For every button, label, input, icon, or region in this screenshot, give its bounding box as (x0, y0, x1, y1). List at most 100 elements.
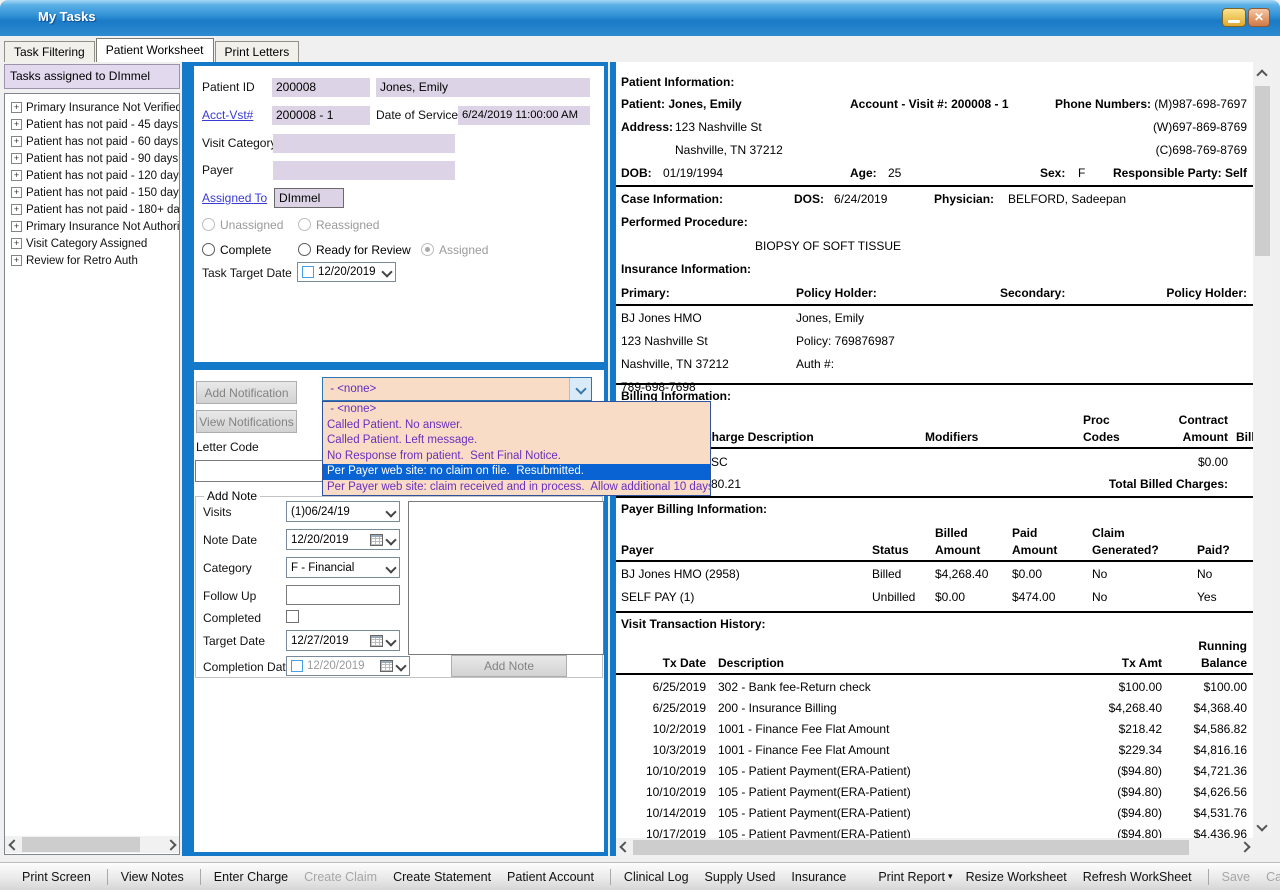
toolbar-item[interactable]: Print Report▾ (878, 870, 952, 884)
case-info-title: Case Information: (621, 189, 723, 209)
worksheet-vertical-scrollbar[interactable] (1253, 62, 1272, 838)
tab[interactable]: Patient Worksheet (96, 38, 214, 62)
tree-item[interactable]: Review for Retro Auth (5, 252, 179, 269)
dropdown-option[interactable]: - <none> (323, 402, 710, 418)
toolbar-item[interactable]: Cancel (1266, 870, 1280, 884)
scroll-right-icon[interactable] (162, 836, 179, 853)
scroll-thumb[interactable] (633, 840, 1189, 855)
tree-item[interactable]: Patient has not paid - 120 days (5, 167, 179, 184)
scroll-right-icon[interactable] (1236, 839, 1253, 856)
toolbar-item[interactable]: Save (1222, 870, 1254, 884)
expand-icon[interactable] (11, 102, 22, 113)
add-note-button[interactable]: Add Note (451, 655, 567, 677)
chevron-down-icon (385, 534, 396, 545)
add-notification-button[interactable]: Add Notification (196, 381, 297, 404)
expand-icon[interactable] (11, 170, 22, 181)
scroll-thumb[interactable] (1255, 86, 1270, 256)
table-row: SELF PAY (1)Unbilled $0.00$474.00 NoYes (616, 587, 1253, 610)
expand-icon[interactable] (11, 238, 22, 249)
expand-icon[interactable] (11, 136, 22, 147)
chevron-down-icon (385, 635, 396, 646)
tx-date-header: Tx Date (624, 653, 706, 673)
toolbar-item[interactable]: Enter Charge (214, 870, 291, 884)
toolbar-item[interactable]: Create Statement (393, 870, 494, 884)
radio-reassigned (298, 218, 311, 231)
toolbar-item[interactable]: Clinical Log (624, 870, 692, 884)
close-button[interactable]: ✕ (1248, 8, 1270, 27)
tree-item[interactable]: Primary Insurance Not Authorized (5, 218, 179, 235)
tree-item[interactable]: Patient has not paid - 90 days (5, 150, 179, 167)
tree-item[interactable]: Patient has not paid - 180+ days (5, 201, 179, 218)
phone-mobile: (M)987-698-7697 (1154, 94, 1247, 114)
scroll-thumb[interactable] (22, 837, 140, 852)
tree-item[interactable]: Patient has not paid - 60 days (5, 133, 179, 150)
radio-reassigned-label: Reassigned (316, 218, 379, 232)
acct-vst-link[interactable]: Acct-Vst# (202, 108, 253, 122)
window-title: My Tasks (38, 9, 96, 24)
view-notifications-button[interactable]: View Notifications (196, 410, 297, 433)
dropdown-option[interactable]: Called Patient. Left message. (323, 433, 710, 449)
toolbar-item[interactable]: Resize Worksheet (966, 870, 1070, 884)
category-select[interactable]: F - Financial (286, 557, 400, 578)
completed-checkbox[interactable] (286, 610, 299, 623)
minimize-button[interactable] (1222, 8, 1246, 27)
tree-item[interactable]: Visit Category Assigned (5, 235, 179, 252)
billed-amount-header2: Amount (935, 540, 980, 560)
note-textarea[interactable] (408, 501, 604, 655)
tree-item[interactable]: Primary Insurance Not Verified (5, 99, 179, 116)
tree-item[interactable]: Patient has not paid - 45 days (5, 116, 179, 133)
follow-up-input[interactable] (286, 585, 400, 605)
combobox-dropdown-button[interactable] (569, 378, 591, 400)
target-date-picker[interactable]: 12/27/2019 (286, 630, 400, 651)
radio-ready-for-review[interactable] (298, 243, 311, 256)
task-target-date-picker[interactable]: 12/20/2019 (297, 262, 396, 282)
toolbar-item[interactable]: Patient Account (507, 870, 597, 884)
assigned-to-link[interactable]: Assigned To (202, 191, 267, 205)
expand-icon[interactable] (11, 221, 22, 232)
expand-icon[interactable] (11, 204, 22, 215)
scroll-up-icon[interactable] (1253, 66, 1270, 83)
scroll-left-icon[interactable] (5, 836, 22, 853)
primary-header: Primary: (621, 283, 670, 303)
expand-icon[interactable] (11, 153, 22, 164)
tab[interactable]: Print Letters (215, 41, 300, 62)
scroll-left-icon[interactable] (616, 839, 633, 856)
add-note-group-label: Add Note (204, 489, 260, 503)
radio-unassigned-label: Unassigned (220, 218, 283, 232)
visits-select[interactable]: (1)06/24/19 (286, 501, 400, 522)
tree-item[interactable]: Patient has not paid - 150 days (5, 184, 179, 201)
completion-date-picker[interactable]: 12/20/2019 (286, 656, 410, 676)
toolbar-item[interactable]: Create Claim (304, 870, 380, 884)
tab[interactable]: Task Filtering (4, 41, 95, 62)
dropdown-option[interactable]: Called Patient. No answer. (323, 418, 710, 434)
sidebar-horizontal-scrollbar[interactable] (5, 836, 179, 853)
toolbar-item[interactable]: Print Screen (22, 870, 94, 884)
patient-name-field: Jones, Emily (376, 78, 590, 97)
note-date-picker[interactable]: 12/20/2019 (286, 529, 400, 550)
panel-splitter[interactable] (182, 62, 190, 856)
expand-icon[interactable] (11, 119, 22, 130)
radio-complete[interactable] (202, 243, 215, 256)
toolbar-item[interactable]: View Notes (121, 870, 187, 884)
dropdown-option[interactable]: Per Payer web site: claim received and i… (323, 480, 710, 496)
bottom-toolbar: Print Screen View Notes Enter Charge Cre… (0, 862, 1280, 890)
toolbar-item[interactable]: Refresh WorkSheet (1083, 870, 1195, 884)
dropdown-option[interactable]: No Response from patient. Sent Final Not… (323, 449, 710, 465)
sex-value: F (1078, 163, 1085, 183)
toolbar-item (1208, 869, 1209, 885)
expand-icon[interactable] (11, 255, 22, 266)
table-row: 10/14/2019105 - Patient Payment(ERA-Pati… (616, 803, 1253, 824)
toolbar-item[interactable]: Supply Used (705, 870, 779, 884)
worksheet-horizontal-scrollbar[interactable] (616, 838, 1253, 856)
task-tree: Primary Insurance Not Verified Patient h… (4, 93, 180, 855)
dropdown-option[interactable]: Per Payer web site: no claim on file. Re… (323, 464, 710, 480)
contract-amount-header2: Amount (1048, 427, 1228, 447)
toolbar-item (200, 869, 201, 885)
expand-icon[interactable] (11, 187, 22, 198)
notification-combobox[interactable]: - <none> (322, 377, 592, 401)
completion-date-checkbox[interactable] (291, 660, 303, 672)
toolbar-item[interactable]: Insurance (791, 870, 849, 884)
scroll-down-icon[interactable] (1253, 817, 1270, 834)
patient-id-field: 200008 (272, 78, 370, 97)
task-target-date-checkbox[interactable] (302, 266, 314, 278)
